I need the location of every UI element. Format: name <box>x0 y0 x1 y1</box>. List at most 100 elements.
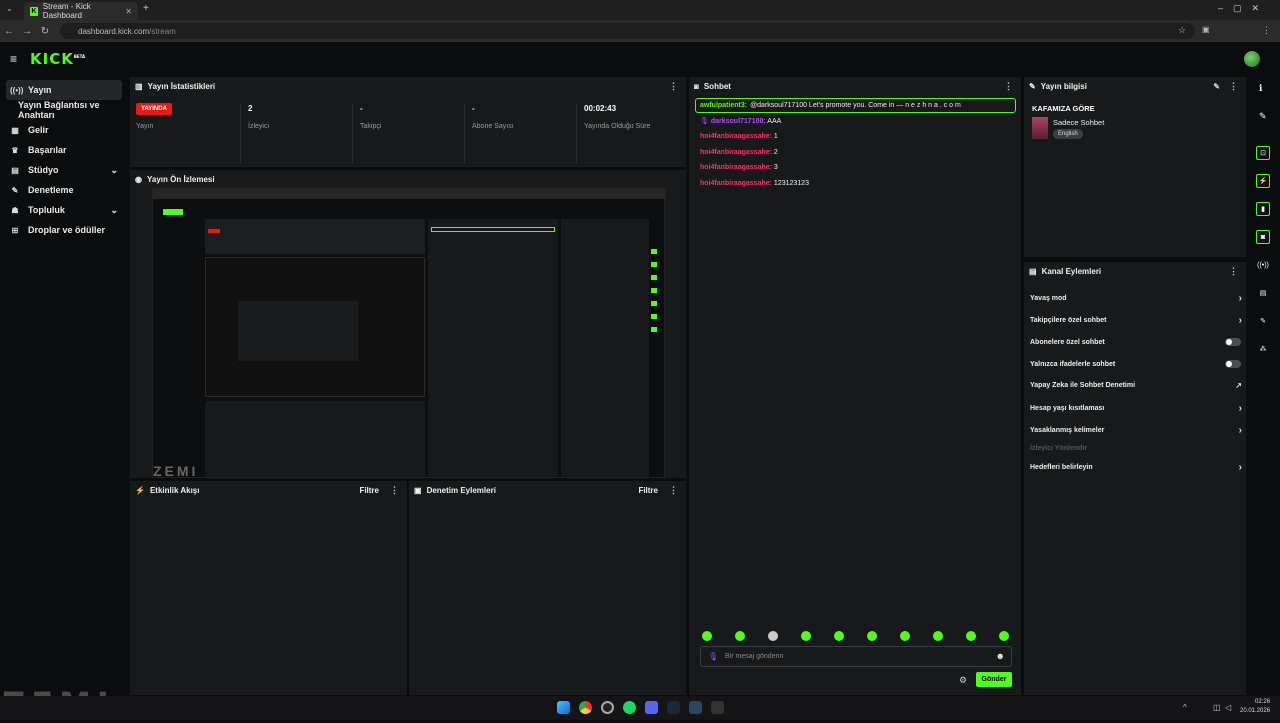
chat-username[interactable]: awfulpatient3: <box>700 102 747 109</box>
steam-icon[interactable] <box>667 701 680 714</box>
mini-rail <box>651 249 657 339</box>
rail-broadcast-icon[interactable]: ((•)) <box>1256 258 1270 272</box>
panel-header: ◉ Yayın Ön İzlemesi <box>130 170 686 188</box>
os-taskbar <box>0 696 1280 720</box>
emote-icon[interactable] <box>702 631 712 641</box>
browser-tab[interactable]: K Stream - Kick Dashboard ✕ <box>24 2 138 20</box>
address-bar[interactable]: dashboard.kick.com/stream <box>60 23 1195 39</box>
user-avatar[interactable] <box>1244 51 1260 67</box>
send-button[interactable]: Gönder <box>976 672 1012 687</box>
sidebar-item-topluluk[interactable]: ☗ Topluluk ⌄ <box>0 200 128 220</box>
video-preview[interactable]: ZEMI <box>152 188 666 479</box>
taskbar-clock[interactable]: 02:26 20.01.2026 <box>1240 698 1270 716</box>
language-tag: English <box>1053 129 1083 139</box>
rail-people-icon[interactable]: ⁂ <box>1256 342 1270 356</box>
panel-header: ▤ Kanal Eylemleri ⋮ <box>1024 262 1246 280</box>
rail-notes-icon[interactable]: ▮ <box>1256 202 1270 216</box>
browser-menu-icon[interactable]: ⋮ <box>1262 25 1271 36</box>
tab-list-icon[interactable]: ⌄ <box>6 4 13 13</box>
filter-button[interactable]: Filtre <box>638 486 658 495</box>
action-account-age[interactable]: Hesap yaşı kısıtlaması › <box>1030 401 1244 415</box>
chat-settings-gear-icon[interactable]: ⚙ <box>959 675 967 686</box>
discord-icon[interactable] <box>645 701 658 714</box>
chrome-icon[interactable] <box>579 701 592 714</box>
new-tab-icon[interactable]: + <box>143 3 149 14</box>
spotify-icon[interactable] <box>623 701 636 714</box>
sidebar-item-basarilar[interactable]: ♛ Başarılar <box>0 140 128 160</box>
window-controls[interactable]: –▢✕ <box>1218 3 1269 14</box>
kick-logo[interactable]: KICKBETA <box>30 50 85 68</box>
chat-input[interactable]: 🎙 Bir mesaj gönderin ☻ <box>700 646 1012 667</box>
emoji-picker-icon[interactable]: ☻ <box>996 651 1005 661</box>
edit-pencil-icon[interactable]: ✎ <box>1213 82 1220 91</box>
hamburger-menu-icon[interactable]: ≡ <box>10 52 17 66</box>
subscribers-only-toggle[interactable] <box>1225 338 1241 346</box>
info-icon[interactable]: ℹ <box>1259 83 1262 94</box>
volume-icon[interactable]: ◁ <box>1225 703 1231 712</box>
more-icon[interactable]: ⋮ <box>1229 266 1238 277</box>
start-windows-icon[interactable] <box>557 701 570 714</box>
filter-button[interactable]: Filtre <box>359 486 379 495</box>
clock-date: 20.01.2026 <box>1240 708 1271 714</box>
forward-icon[interactable]: → <box>18 26 36 37</box>
action-set-goals[interactable]: Hedefleri belirleyin › <box>1030 460 1244 474</box>
edit-icon[interactable]: ✎ <box>1259 111 1267 122</box>
rail-wrench-icon[interactable]: ✎ <box>1256 314 1270 328</box>
more-icon[interactable]: ⋮ <box>669 81 678 92</box>
action-ai-moderation[interactable]: Yapay Zeka ile Sohbet Denetimi ↗ <box>1030 378 1244 392</box>
chat-text: 1 <box>773 133 778 140</box>
emote-icon[interactable] <box>867 631 877 641</box>
chat-username[interactable]: hoi4fanbiraagassahe: <box>700 149 772 156</box>
rail-clip-icon[interactable]: ⊡ <box>1256 146 1270 160</box>
browser-nav-bar: ← → ↻ dashboard.kick.com/stream ☆ ▣ ⋮ <box>0 20 1280 42</box>
obs-icon[interactable] <box>601 701 614 714</box>
mic-badge-icon: 🎙 <box>700 118 709 125</box>
emote-icon[interactable] <box>900 631 910 641</box>
chevron-down-icon: ⌄ <box>110 204 118 215</box>
sidebar-item-yayin[interactable]: ((•)) Yayın <box>6 80 122 100</box>
sidebar-item-label: Gelir <box>28 125 49 135</box>
emote-icon[interactable] <box>768 631 778 641</box>
more-icon[interactable]: ⋮ <box>1004 81 1013 92</box>
epic-games-icon[interactable] <box>711 701 724 714</box>
close-tab-icon[interactable]: ✕ <box>125 7 132 16</box>
steam-secondary-icon[interactable] <box>689 701 702 714</box>
app-header: ≡ KICKBETA <box>0 42 1280 76</box>
rail-lightning-icon[interactable]: ⚡ <box>1256 174 1270 188</box>
sidebar-item-gelir[interactable]: ▦ Gelir <box>0 120 128 140</box>
rail-chat-icon[interactable]: ◙ <box>1256 230 1270 244</box>
more-icon[interactable]: ⋮ <box>390 485 399 496</box>
pinned-message[interactable]: awfulpatient3: @darksoul717100 Let's pro… <box>695 98 1016 113</box>
emote-icon[interactable] <box>999 631 1009 641</box>
action-banned-words[interactable]: Yasaklanmış kelimeler › <box>1030 423 1244 437</box>
sidebar-item-stream-key[interactable]: Yayın Bağlantısı ve Anahtarı <box>0 100 128 120</box>
action-followers-only[interactable]: Takipçilere özel sohbet › <box>1030 313 1244 327</box>
chat-username[interactable]: hoi4fanbiraagassahe: <box>700 164 772 171</box>
tray-chevron-icon[interactable]: ^ <box>1183 703 1187 712</box>
back-icon[interactable]: ← <box>0 26 18 37</box>
network-icon[interactable]: ◫ <box>1213 703 1221 712</box>
sidebar-item-denetleme[interactable]: ✎ Denetleme <box>0 180 128 200</box>
chat-username[interactable]: darksoul717100: <box>711 118 766 125</box>
moderation-actions-panel: ▣ Denetim Eylemleri Filtre ⋮ <box>409 481 686 695</box>
reload-icon[interactable]: ↻ <box>36 26 54 37</box>
sidebar-item-studyo[interactable]: ▤ Stüdyo ⌄ <box>0 160 128 180</box>
chat-username[interactable]: hoi4fanbiraagassahe: <box>700 133 772 140</box>
sidebar-item-droplar[interactable]: ⊞ Droplar ve ödüller <box>0 220 128 240</box>
bookmark-star-icon[interactable]: ☆ <box>1178 25 1186 36</box>
emotes-only-toggle[interactable] <box>1225 360 1241 368</box>
overlay-text: ZEMI <box>153 463 199 479</box>
action-slow-mode[interactable]: Yavaş mod › <box>1030 291 1244 305</box>
rail-layout-icon[interactable]: ▤ <box>1256 286 1270 300</box>
emote-icon[interactable] <box>966 631 976 641</box>
emote-icon[interactable] <box>933 631 943 641</box>
extensions-icon[interactable]: ▣ <box>1202 25 1210 34</box>
chat-username[interactable]: hoi4fanbiraagassahe: <box>700 180 772 187</box>
stream-category[interactable]: Sadece Sohbet <box>1053 118 1104 127</box>
panel-header: ◙ Sohbet ⋮ <box>689 77 1021 95</box>
more-icon[interactable]: ⋮ <box>1229 81 1238 92</box>
emote-icon[interactable] <box>801 631 811 641</box>
emote-icon[interactable] <box>834 631 844 641</box>
more-icon[interactable]: ⋮ <box>669 485 678 496</box>
emote-icon[interactable] <box>735 631 745 641</box>
